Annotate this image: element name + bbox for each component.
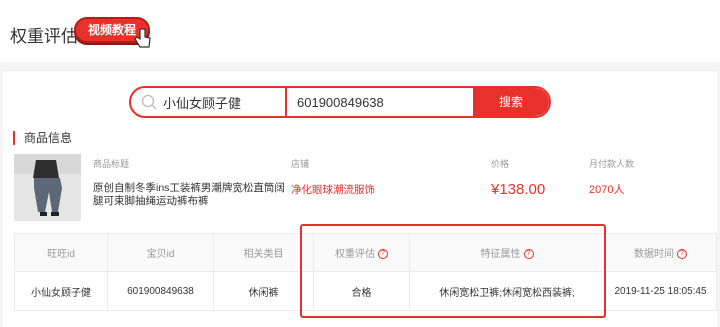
search-icon	[141, 94, 157, 110]
help-icon[interactable]: ?	[523, 249, 534, 260]
table-header-wangwang-id: 旺旺id	[14, 233, 108, 272]
cell-item-id: 601900849638	[107, 271, 214, 311]
table-header-features: 特征属性?	[409, 233, 605, 272]
table-header-row: 旺旺id 宝贝id 相关类目 权重评估? 特征属性? 数据时间?	[14, 233, 717, 272]
main-panel: 搜索 商品信息 商品标题 店铺 价格 月付款人数 原创自制冬季ins工装裤男潮牌…	[3, 70, 717, 327]
top-bar: 权重评估 视频教程	[0, 0, 720, 62]
table-header-category: 相关类目	[213, 233, 314, 272]
hand-cursor-icon	[134, 28, 151, 48]
weight-table: 旺旺id 宝贝id 相关类目 权重评估? 特征属性? 数据时间? 小仙女顾子健 …	[14, 233, 717, 311]
search-button[interactable]: 搜索	[473, 88, 549, 116]
product-title-link[interactable]: 原创自制冬季ins工装裤男潮牌宽松直筒阔腿可束脚抽绳运动裤布裤	[93, 182, 293, 208]
table-header-item-id: 宝贝id	[107, 233, 214, 272]
help-icon[interactable]: ?	[378, 249, 388, 260]
cell-weight-eval: 合格	[313, 271, 410, 311]
cell-data-time: 2019-11-25 18:05:45	[604, 271, 717, 311]
table-header-weight-eval: 权重评估?	[313, 233, 410, 272]
help-icon[interactable]: ?	[677, 249, 687, 260]
table-header-data-time: 数据时间?	[604, 233, 717, 272]
table-row: 小仙女顾子健 601900849638 休闲裤 合格 休闲宽松卫裤;休闲宽松西装…	[14, 271, 717, 311]
shop-name-link[interactable]: 净化眼球潮流服饰	[291, 182, 375, 197]
search-divider	[285, 88, 287, 116]
monthly-buyers-count: 2070人	[589, 184, 625, 196]
product-thumbnail[interactable]	[14, 154, 81, 221]
section-title-product-info: 商品信息	[13, 131, 72, 145]
cell-features: 休闲宽松卫裤;休闲宽松西装裤;	[409, 271, 605, 311]
column-head-title: 商品标题	[93, 159, 130, 169]
product-price: ¥138.00	[491, 181, 546, 198]
column-head-price: 价格	[491, 159, 510, 169]
column-head-monthly-buyers: 月付款人数	[589, 159, 635, 169]
cell-category: 休闲裤	[213, 271, 314, 311]
search-bar: 搜索	[129, 86, 551, 118]
item-id-input[interactable]	[297, 88, 467, 116]
column-head-shop: 店铺	[291, 159, 310, 169]
cell-wangwang-id: 小仙女顾子健	[14, 271, 108, 311]
page-title: 权重评估	[10, 27, 78, 46]
shop-keyword-input[interactable]	[163, 88, 283, 116]
